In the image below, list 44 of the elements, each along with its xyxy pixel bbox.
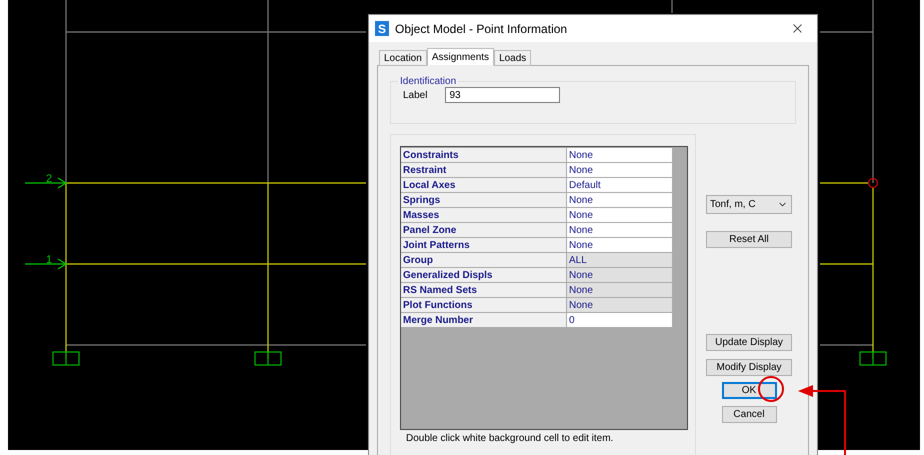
property-value-cell[interactable]: None	[567, 163, 672, 177]
property-value-cell[interactable]: None	[567, 208, 672, 222]
property-value-cell[interactable]: None	[567, 148, 672, 162]
display-button[interactable]: Update Display	[706, 334, 792, 351]
hint-text: Double click white background cell to edit item.	[406, 433, 614, 444]
tab[interactable]: Assignments	[426, 48, 494, 66]
grid-label: 1	[46, 254, 52, 266]
property-name-cell: Panel Zone	[401, 223, 567, 237]
property-name-cell: Springs	[401, 193, 567, 207]
dialog-button[interactable]: OK	[722, 382, 776, 399]
units-dropdown[interactable]: Tonf, m, C	[706, 195, 792, 214]
annotation-arrow	[798, 385, 846, 455]
property-value-cell[interactable]: None	[567, 268, 672, 282]
property-value-cell[interactable]: None	[567, 238, 672, 252]
group-heading: Identification	[399, 76, 458, 87]
dialog-button[interactable]: Cancel	[722, 406, 776, 423]
app-logo-icon: S	[375, 21, 389, 36]
property-name-cell: Constraints	[401, 148, 567, 162]
property-value-cell[interactable]: None	[567, 298, 672, 312]
property-name-cell: Masses	[401, 208, 567, 222]
property-value-cell[interactable]: None	[567, 283, 672, 297]
property-value-cell[interactable]: Default	[567, 178, 672, 192]
reset-button[interactable]: Reset All	[706, 231, 792, 248]
tab[interactable]: Location	[379, 50, 427, 66]
property-name-cell: Local Axes	[401, 178, 567, 192]
property-name-cell: RS Named Sets	[401, 283, 567, 297]
property-name-cell: Joint Patterns	[401, 238, 567, 252]
grid-label: 2	[46, 173, 52, 185]
annotation-circle	[758, 376, 784, 402]
window-title: Object Model - Point Information	[395, 22, 568, 36]
tab[interactable]: Loads	[494, 50, 532, 66]
property-value-cell[interactable]: 0	[567, 313, 672, 327]
property-name-cell: Generalized Displs	[401, 268, 567, 282]
field-label: Label	[403, 90, 428, 100]
property-name-cell: Plot Functions	[401, 298, 567, 312]
property-name-cell: Restraint	[401, 163, 567, 177]
grid-line	[671, 0, 673, 13]
property-value-cell[interactable]: None	[567, 223, 672, 237]
property-name-cell: Merge Number	[401, 313, 567, 327]
property-value-cell[interactable]: None	[567, 193, 672, 207]
display-button[interactable]: Modify Display	[706, 359, 792, 376]
property-name-cell: Group	[401, 253, 567, 267]
label-input-field[interactable]: 93	[445, 87, 560, 103]
property-value-cell[interactable]: ALL	[567, 253, 672, 267]
